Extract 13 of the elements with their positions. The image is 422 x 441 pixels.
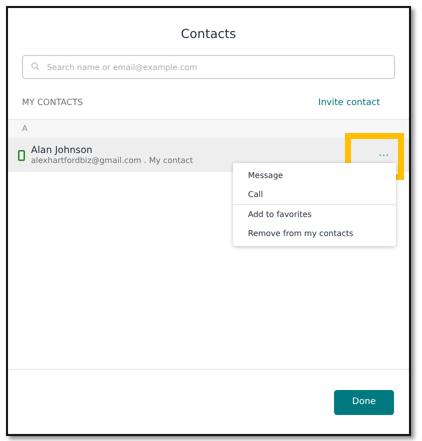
menu-item[interactable]: Remove from my contacts	[233, 224, 396, 243]
search-icon	[31, 62, 40, 71]
phone-icon	[18, 150, 25, 160]
invite-contact-link[interactable]: Invite contact	[318, 98, 380, 108]
dialog-title: Contacts	[180, 26, 238, 41]
search-field[interactable]: Search name or email@example.com	[22, 55, 395, 79]
contact-name: Alan Johnson	[31, 145, 94, 156]
done-button[interactable]: Done	[334, 390, 394, 414]
menu-item[interactable]: Call	[233, 185, 396, 204]
section-heading: MY CONTACTS	[22, 98, 83, 108]
menu-item[interactable]: Add to favorites	[233, 205, 396, 224]
letter-header: A	[8, 120, 409, 138]
contact-detail: alexhartfordbiz@gmail.com . My contact	[31, 156, 194, 165]
